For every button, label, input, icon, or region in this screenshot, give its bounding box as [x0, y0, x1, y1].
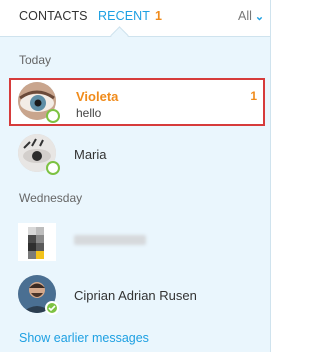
pixelated-avatar-icon — [28, 227, 44, 259]
conversation-row-ciprian[interactable]: Ciprian Adrian Rusen — [9, 271, 263, 317]
conversation-row-maria[interactable]: Maria — [9, 130, 263, 176]
recent-panel: CONTACTS RECENT 1 All ⌄ Today Violeta hell… — [0, 0, 271, 352]
filter-dropdown[interactable]: All ⌄ — [238, 9, 264, 23]
presence-icon — [46, 109, 60, 123]
contact-name: Violeta — [76, 89, 119, 104]
filter-label: All — [238, 9, 252, 23]
group-header-wednesday: Wednesday — [19, 191, 83, 205]
unread-count: 1 — [250, 89, 257, 103]
presence-icon — [45, 301, 59, 315]
chevron-down-icon: ⌄ — [254, 11, 265, 23]
last-message: hello — [76, 106, 102, 120]
tab-recent-label: RECENT — [98, 9, 150, 23]
group-header-today: Today — [19, 53, 52, 67]
presence-icon — [46, 161, 60, 175]
tab-contacts[interactable]: CONTACTS — [19, 9, 88, 23]
avatar — [18, 223, 56, 261]
tab-recent[interactable]: RECENT 1 — [98, 9, 162, 23]
check-icon — [48, 305, 56, 312]
show-earlier-messages-link[interactable]: Show earlier messages — [19, 331, 149, 345]
conversation-row-pixelated[interactable] — [9, 219, 263, 265]
contact-name-blurred — [74, 235, 146, 245]
conversation-row-violeta[interactable]: Violeta hello 1 — [9, 78, 265, 126]
contact-name: Ciprian Adrian Rusen — [74, 288, 197, 303]
tab-bar: CONTACTS RECENT 1 All ⌄ — [0, 0, 270, 37]
contact-name: Maria — [74, 147, 107, 162]
recent-count-badge: 1 — [155, 9, 163, 23]
